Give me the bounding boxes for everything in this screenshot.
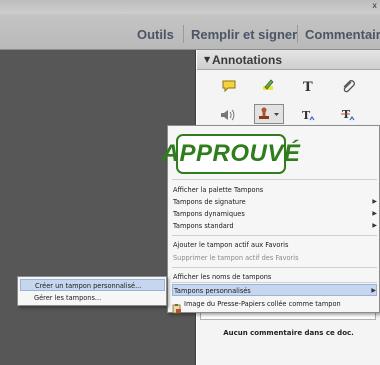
menu-item-label: Tampons personnalisés xyxy=(174,287,251,295)
insert-text-icon[interactable]: T xyxy=(297,105,319,125)
tab-divider xyxy=(297,25,298,43)
menu-item-label: Tampons dynamiques xyxy=(173,210,245,218)
stamp-label: APPROUVÉ xyxy=(161,140,301,167)
submenu-arrow-icon: ▶ xyxy=(372,210,377,217)
annotations-header[interactable]: ▼ Annotations xyxy=(197,50,380,70)
annotations-title: Annotations xyxy=(212,53,282,67)
sticky-note-icon[interactable] xyxy=(218,76,240,96)
menu-item-label: Tampons de signature xyxy=(173,198,246,206)
menu-item-signature-stamps[interactable]: Tampons de signature ▶ xyxy=(172,196,377,208)
empty-comments-message: Aucun commentaire dans ce doc. xyxy=(223,329,354,337)
menu-item-standard-stamps[interactable]: Tampons standard ▶ xyxy=(172,220,377,232)
menu-item-label: Tampons standard xyxy=(173,222,234,230)
menu-item-custom-stamps[interactable]: Tampons personnalisés ▶ xyxy=(172,284,377,296)
menu-separator xyxy=(172,267,377,268)
submenu-item-manage-stamps[interactable]: Gérer les tampons... xyxy=(20,292,165,304)
replace-text-icon[interactable]: T xyxy=(337,105,359,125)
menu-separator xyxy=(172,235,377,236)
menu-item-add-to-favorites[interactable]: Ajouter le tampon actif aux Favoris xyxy=(172,239,377,251)
menu-item-remove-from-favorites[interactable]: Supprimer le tampon actif des Favoris xyxy=(172,252,377,264)
toolbar-tabs: Outils Remplir et signer Commentaire xyxy=(0,19,380,49)
menu-separator xyxy=(172,282,377,283)
top-toolbar: x Outils Remplir et signer Commentaire xyxy=(0,0,380,50)
submenu-arrow-icon: ▶ xyxy=(371,287,376,294)
approved-stamp-preview[interactable]: APPROUVÉ xyxy=(162,134,300,174)
clipboard-stamp-icon xyxy=(172,299,182,314)
custom-stamps-submenu: Créer un tampon personnalisé... Gérer le… xyxy=(17,276,167,306)
menu-item-clipboard-image-stamp[interactable]: Image du Presse-Papiers collée comme tam… xyxy=(172,298,377,310)
record-audio-icon[interactable] xyxy=(216,105,238,125)
menu-item-dynamic-stamps[interactable]: Tampons dynamiques ▶ xyxy=(172,208,377,220)
tab-outils[interactable]: Outils xyxy=(137,27,174,42)
stamp-tool-button[interactable] xyxy=(254,104,284,124)
close-icon[interactable]: x xyxy=(372,1,377,10)
menu-item-label: Image du Presse-Papiers collée comme tam… xyxy=(184,300,341,308)
menu-separator xyxy=(172,179,377,180)
attach-file-icon[interactable] xyxy=(337,76,359,96)
stamp-context-menu: APPROUVÉ Afficher la palette Tampons Tam… xyxy=(162,125,380,314)
menu-item-show-stamps-palette[interactable]: Afficher la palette Tampons xyxy=(172,184,377,196)
collapse-caret-icon: ▼ xyxy=(204,55,211,64)
svg-text:T: T xyxy=(302,109,311,122)
tab-remplir-et-signer[interactable]: Remplir et signer xyxy=(191,27,297,42)
highlight-text-icon[interactable] xyxy=(257,76,279,96)
submenu-arrow-icon: ▶ xyxy=(372,222,377,229)
text-tool-icon[interactable]: T xyxy=(297,76,319,96)
svg-text:T: T xyxy=(303,80,313,94)
tab-divider xyxy=(183,25,184,43)
tab-commentaire[interactable]: Commentaire xyxy=(305,27,380,42)
submenu-arrow-icon: ▶ xyxy=(372,198,377,205)
submenu-item-create-custom-stamp[interactable]: Créer un tampon personnalisé... xyxy=(20,279,165,291)
window-strip xyxy=(0,0,380,14)
